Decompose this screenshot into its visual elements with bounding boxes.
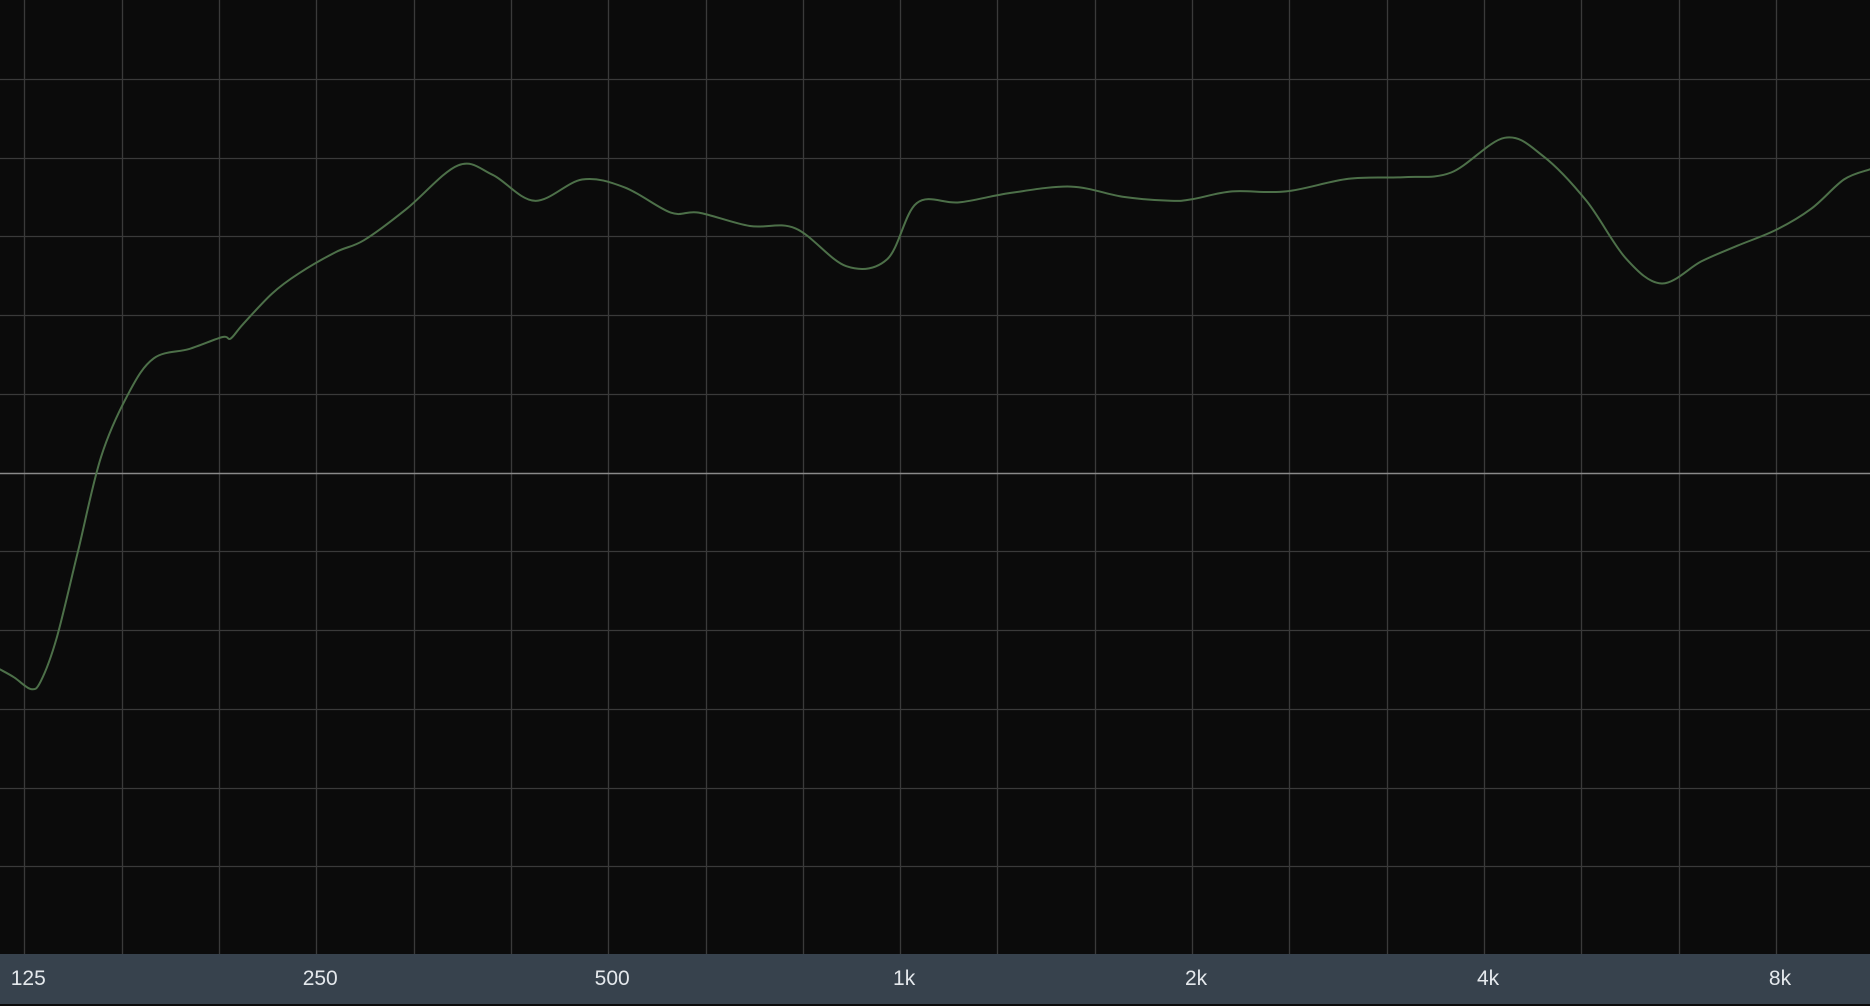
x-tick-label-500: 500: [594, 967, 630, 990]
x-tick-label-4k: 4k: [1476, 967, 1500, 990]
eq-response-chart: 125 250 500 1k 2k 4k 8k: [0, 0, 1870, 1006]
frequency-axis-bar: [0, 954, 1870, 1004]
x-tick-label-1k: 1k: [893, 967, 916, 990]
x-tick-label-2k: 2k: [1185, 967, 1208, 990]
x-tick-label-250: 250: [302, 967, 338, 990]
plot-background: [0, 0, 1870, 954]
x-tick-label-8k: 8k: [1768, 967, 1792, 990]
chart-plot-area: [0, 0, 1870, 954]
x-tick-label-125: 125: [10, 967, 46, 990]
